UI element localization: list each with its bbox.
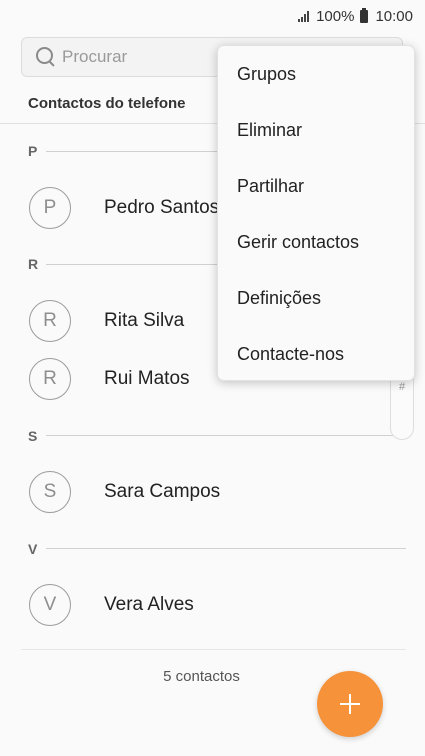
section-title: Contactos do telefone — [28, 95, 186, 112]
avatar: P — [29, 187, 71, 229]
menu-item-partilhar[interactable]: Partilhar — [218, 158, 414, 214]
index-letter-r: R — [28, 256, 39, 272]
footer-divider — [21, 649, 406, 650]
contact-name: Sara Campos — [104, 481, 221, 502]
menu-item-contacte-nos[interactable]: Contacte-nos — [218, 326, 414, 382]
index-letter-p: P — [28, 143, 38, 159]
search-placeholder: Procurar — [62, 47, 128, 66]
index-hash-label: # — [398, 381, 406, 393]
menu-item-gerir-contactos[interactable]: Gerir contactos — [218, 214, 414, 270]
avatar: S — [29, 471, 71, 513]
overflow-menu: Grupos Eliminar Partilhar Gerir contacto… — [217, 45, 415, 381]
avatar: R — [29, 300, 71, 342]
contact-name: Pedro Santos — [104, 197, 220, 218]
battery-icon — [360, 7, 369, 23]
contact-name: Rita Silva — [104, 310, 185, 331]
signal-icon — [298, 10, 310, 22]
contact-name: Rui Matos — [104, 368, 190, 389]
contact-row-sara-campos[interactable]: S Sara Campos — [0, 464, 425, 520]
contact-name: Vera Alves — [104, 594, 194, 615]
index-letter-s: S — [28, 428, 38, 444]
status-bar: 100% 10:00 — [0, 0, 425, 32]
avatar: V — [29, 584, 71, 626]
contact-row-vera-alves[interactable]: V Vera Alves — [0, 577, 425, 633]
index-divider — [46, 435, 406, 436]
menu-item-definicoes[interactable]: Definições — [218, 270, 414, 326]
search-icon — [36, 47, 56, 67]
menu-item-eliminar[interactable]: Eliminar — [218, 102, 414, 158]
contacts-screen: 100% 10:00 Procurar Contactos do telefon… — [0, 0, 425, 756]
battery-level: 100% — [316, 7, 355, 25]
add-contact-button[interactable] — [317, 671, 383, 737]
clock: 10:00 — [375, 7, 413, 25]
avatar: R — [29, 358, 71, 400]
index-divider — [46, 548, 406, 549]
menu-item-grupos[interactable]: Grupos — [218, 46, 414, 102]
index-letter-v: V — [28, 541, 38, 557]
